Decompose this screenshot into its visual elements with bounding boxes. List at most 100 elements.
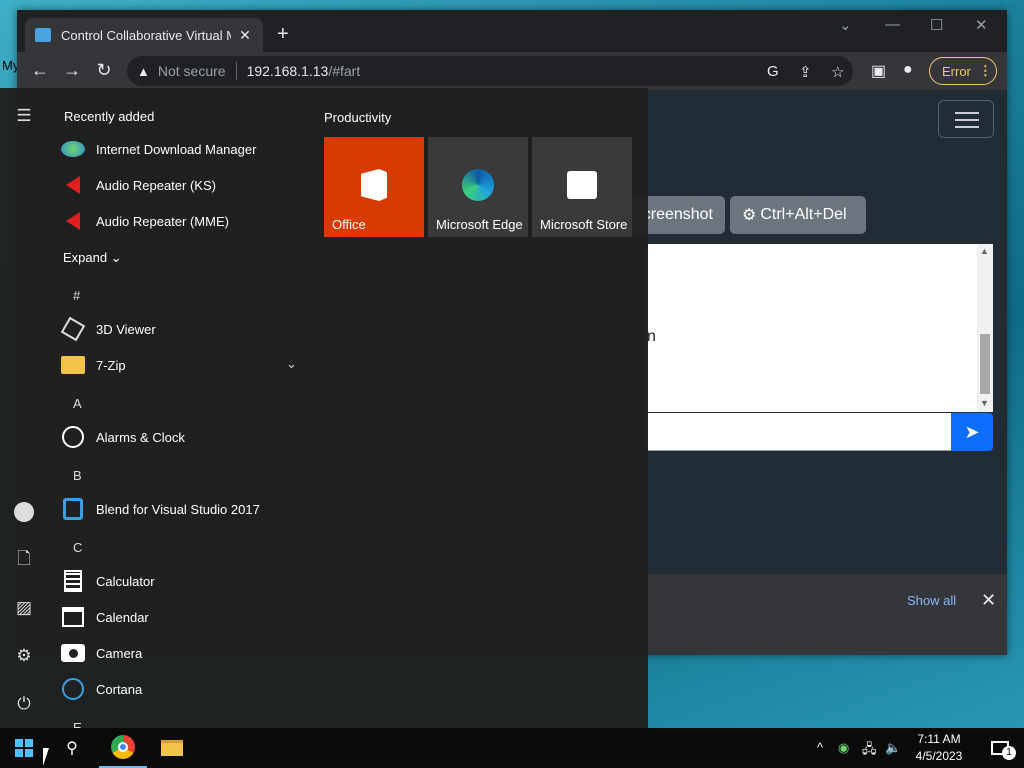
paper-plane-icon: ➤ <box>964 421 980 442</box>
scroll-up-icon[interactable]: ▲ <box>980 246 989 256</box>
error-pill[interactable]: Error ⋮ <box>929 57 997 85</box>
app-audio-repeater-ks[interactable]: Audio Repeater (KS) <box>60 167 310 203</box>
edge-icon <box>462 167 494 203</box>
warning-icon[interactable]: ▲ <box>137 64 150 79</box>
app-label: 3D Viewer <box>96 321 156 337</box>
tab-close-icon[interactable]: ✕ <box>237 27 253 44</box>
side-panel-icon[interactable]: ▣ <box>871 61 886 81</box>
new-tab-button[interactable]: + <box>277 23 289 46</box>
clock-icon <box>60 424 86 450</box>
calendar-icon <box>60 604 86 630</box>
bookmark-star-icon[interactable]: ☆ <box>831 63 844 81</box>
camera-icon <box>60 640 86 666</box>
letter-header-hash[interactable]: # <box>73 288 80 303</box>
tile-label: Office <box>332 217 366 232</box>
ctrl-alt-del-button[interactable]: ⚙ Ctrl+Alt+Del <box>730 196 866 234</box>
app-calendar[interactable]: Calendar <box>60 599 310 635</box>
volume-icon[interactable]: 🔈 <box>885 740 901 756</box>
start-button[interactable] <box>0 728 48 768</box>
pictures-icon[interactable]: ▨ <box>12 596 36 620</box>
cortana-icon <box>60 676 86 702</box>
address-divider <box>235 62 237 80</box>
tab-search-icon[interactable]: ⌄ <box>839 16 852 34</box>
scrollbar-thumb[interactable] <box>980 334 990 394</box>
tile-label: Microsoft Edge <box>436 217 523 232</box>
not-secure-label[interactable]: Not secure <box>158 63 226 79</box>
office-icon <box>358 167 390 203</box>
share-icon[interactable]: ⇪ <box>799 63 812 81</box>
expand-button[interactable]: Expand ⌄ <box>63 250 122 266</box>
tab-title: Control Collaborative Virtual Ma <box>61 27 231 43</box>
app-internet-download-manager[interactable]: Internet Download Manager <box>60 131 310 167</box>
store-icon <box>566 167 598 203</box>
download-bar-close-icon[interactable]: ✕ <box>981 590 996 611</box>
speaker-icon <box>60 208 86 234</box>
maximize-button[interactable]: ☐ <box>930 16 943 34</box>
textarea-text: n <box>647 328 656 345</box>
letter-header-b[interactable]: B <box>73 468 82 483</box>
app-label: Audio Repeater (KS) <box>96 177 216 193</box>
notification-center-icon[interactable]: 1 <box>976 728 1024 768</box>
minimize-button[interactable]: — <box>885 16 900 33</box>
app-blend-visual-studio[interactable]: Blend for Visual Studio 2017 <box>60 491 310 527</box>
taskbar-clock[interactable]: 7:11 AM 4/5/2023 <box>905 731 973 765</box>
file-explorer-icon[interactable] <box>148 728 196 768</box>
calculator-icon <box>60 568 86 594</box>
letter-header-a[interactable]: A <box>73 396 82 411</box>
app-label: Blend for Visual Studio 2017 <box>96 501 260 517</box>
forward-button[interactable]: → <box>61 60 83 81</box>
scroll-down-icon[interactable]: ▼ <box>980 398 989 408</box>
tile-office[interactable]: Office <box>324 137 424 237</box>
url-path: /#fart <box>328 63 361 79</box>
clock-date: 4/5/2023 <box>915 749 963 763</box>
chevron-down-icon[interactable]: ⌄ <box>286 356 297 372</box>
show-all-link[interactable]: Show all <box>907 593 956 608</box>
windows-logo-icon <box>15 739 33 757</box>
hamburger-menu-icon[interactable]: ☰ <box>12 104 36 128</box>
letter-header-e[interactable]: E <box>73 720 82 728</box>
close-window-button[interactable]: ✕ <box>975 16 988 34</box>
app-camera[interactable]: Camera <box>60 635 310 671</box>
settings-gear-icon[interactable]: ⚙ <box>12 644 36 668</box>
productivity-header: Productivity <box>324 110 392 125</box>
google-icon[interactable]: G <box>767 63 779 80</box>
tray-overflow-caret-icon[interactable]: ^ <box>817 740 823 755</box>
app-3d-viewer[interactable]: 3D Viewer <box>60 311 310 347</box>
app-alarms-clock[interactable]: Alarms & Clock <box>60 419 310 455</box>
idm-tray-icon[interactable]: ◉ <box>838 740 849 756</box>
search-icon[interactable]: ⚲ <box>48 728 96 768</box>
app-label: Audio Repeater (MME) <box>96 213 229 229</box>
cube-icon <box>60 316 86 342</box>
idm-icon <box>60 136 86 162</box>
app-label: Camera <box>96 645 143 661</box>
download-bar: Show all ✕ <box>647 574 1007 655</box>
profile-icon[interactable]: ● <box>903 61 913 79</box>
screenshot-button-label: creenshot <box>642 206 713 223</box>
tile-microsoft-store[interactable]: Microsoft Store <box>532 137 632 237</box>
send-button[interactable]: ➤ <box>951 413 993 451</box>
network-icon[interactable]: 🖧 <box>862 740 877 762</box>
power-icon[interactable]: ⏻ <box>12 692 36 716</box>
app-cortana[interactable]: Cortana <box>60 671 310 707</box>
folder-icon <box>60 352 86 378</box>
back-button[interactable]: ← <box>29 60 51 81</box>
app-calculator[interactable]: Calculator <box>60 563 310 599</box>
tile-label: Microsoft Store <box>540 217 628 232</box>
chrome-taskbar-icon[interactable] <box>99 728 147 768</box>
message-log-textarea[interactable]: n <box>647 244 993 412</box>
browser-tab[interactable]: Control Collaborative Virtual Ma ✕ <box>25 18 263 52</box>
clock-time: 7:11 AM <box>917 732 961 746</box>
user-account-icon[interactable] <box>12 500 36 524</box>
app-audio-repeater-mme[interactable]: Audio Repeater (MME) <box>60 203 310 239</box>
address-bar[interactable]: ▲ Not secure 192.168.1.13 /#fart G ⇪ ☆ <box>127 56 853 86</box>
navbar-toggle-button[interactable] <box>938 100 994 138</box>
blend-icon <box>60 496 86 522</box>
reload-button[interactable]: ↻ <box>93 60 115 81</box>
app-7-zip[interactable]: 7-Zip <box>60 347 310 383</box>
documents-icon[interactable]: 🗋 <box>12 548 36 572</box>
gear-icon: ⚙ <box>742 207 757 224</box>
tile-microsoft-edge[interactable]: Microsoft Edge <box>428 137 528 237</box>
textarea-scrollbar[interactable]: ▲ ▼ <box>977 244 993 412</box>
letter-header-c[interactable]: C <box>73 540 82 555</box>
message-input[interactable] <box>647 413 951 451</box>
